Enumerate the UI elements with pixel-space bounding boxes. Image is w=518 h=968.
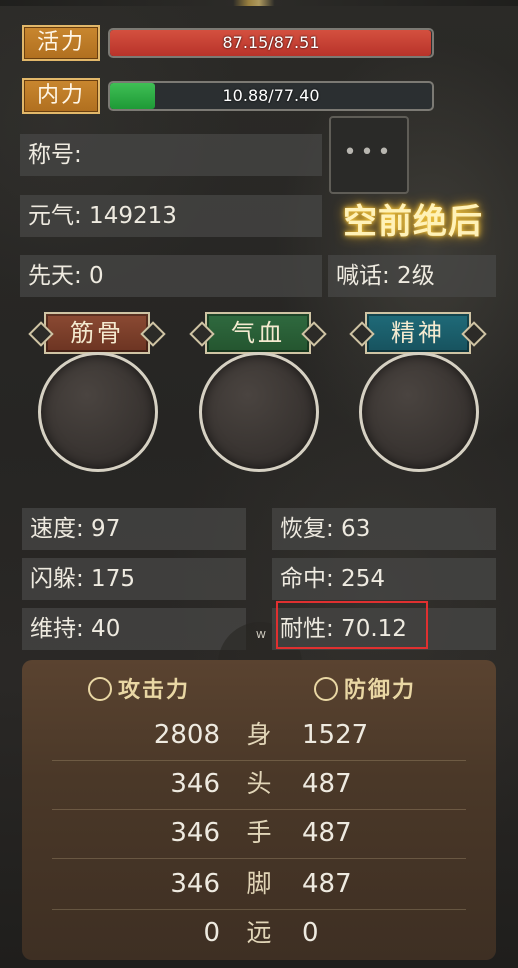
- attribute-jingshen[interactable]: 精神: [351, 308, 491, 474]
- combat-row: 346 手 487: [22, 808, 496, 858]
- combat-row: 0 远 0: [22, 908, 496, 958]
- defense-value: 1527: [302, 720, 369, 750]
- more-button[interactable]: •••: [329, 116, 409, 194]
- defense-value: 487: [302, 869, 352, 899]
- xiantian-field: 先天: 0: [20, 255, 322, 297]
- attribute-jingu[interactable]: 筋骨: [30, 308, 170, 474]
- inner-power-bar: 10.88/77.40: [108, 81, 434, 111]
- title-field: 称号:: [20, 134, 322, 176]
- body-part: 手: [246, 818, 272, 847]
- combat-row: 346 头 487: [22, 759, 496, 809]
- attack-value: 2808: [153, 720, 220, 750]
- defense-value: 487: [302, 769, 352, 799]
- defense-value: 0: [302, 918, 319, 948]
- title-badge: 空前绝后: [343, 202, 483, 242]
- body-part: 脚: [246, 869, 272, 898]
- attack-value: 346: [170, 769, 220, 799]
- stat-hit: 命中: 254: [272, 558, 496, 600]
- body-part: 身: [246, 720, 272, 749]
- defense-header: 防御力: [314, 672, 416, 708]
- inner-power-label: 内力: [22, 78, 100, 114]
- sword-icon: [88, 677, 112, 701]
- stat-sustain: 维持: 40: [22, 608, 246, 650]
- combat-panel: 攻击力 防御力 2808 身 1527 346 头 487 346 手 487 …: [22, 660, 496, 960]
- body-part: 头: [246, 769, 272, 798]
- endurance-highlight: [276, 601, 428, 649]
- stat-recover: 恢复: 63: [272, 508, 496, 550]
- stat-speed: 速度: 97: [22, 508, 246, 550]
- vitality-bar: 87.15/87.51: [108, 28, 434, 58]
- yuanqi-field: 元气: 149213: [20, 195, 322, 237]
- attribute-qixue[interactable]: 气血: [191, 308, 331, 474]
- attack-value: 0: [203, 918, 220, 948]
- shield-icon: [314, 677, 338, 701]
- attack-value: 346: [170, 869, 220, 899]
- combat-row: 346 脚 487: [22, 859, 496, 909]
- attribute-jingu-slot[interactable]: [38, 352, 158, 472]
- compass-w: W: [256, 630, 266, 641]
- attribute-jingshen-label: 精神: [365, 312, 471, 354]
- vitality-value: 87.15/87.51: [222, 33, 320, 52]
- attack-header: 攻击力: [88, 672, 190, 708]
- inner-power-row: 内力 10.88/77.40: [22, 78, 434, 114]
- shout-field: 喊话: 2级: [328, 255, 496, 297]
- attack-header-label: 攻击力: [118, 677, 191, 703]
- vitality-label: 活力: [22, 25, 100, 61]
- top-frame-strip: [0, 0, 518, 6]
- attribute-jingshen-slot[interactable]: [359, 352, 479, 472]
- stat-dodge: 闪躲: 175: [22, 558, 246, 600]
- defense-value: 487: [302, 818, 352, 848]
- vitality-row: 活力 87.15/87.51: [22, 25, 434, 61]
- attack-value: 346: [170, 818, 220, 848]
- attribute-qixue-slot[interactable]: [199, 352, 319, 472]
- defense-header-label: 防御力: [344, 677, 417, 703]
- attribute-qixue-label: 气血: [205, 312, 311, 354]
- body-part: 远: [246, 918, 272, 947]
- attribute-jingu-label: 筋骨: [44, 312, 150, 354]
- combat-row: 2808 身 1527: [22, 710, 496, 760]
- inner-power-value: 10.88/77.40: [222, 86, 320, 105]
